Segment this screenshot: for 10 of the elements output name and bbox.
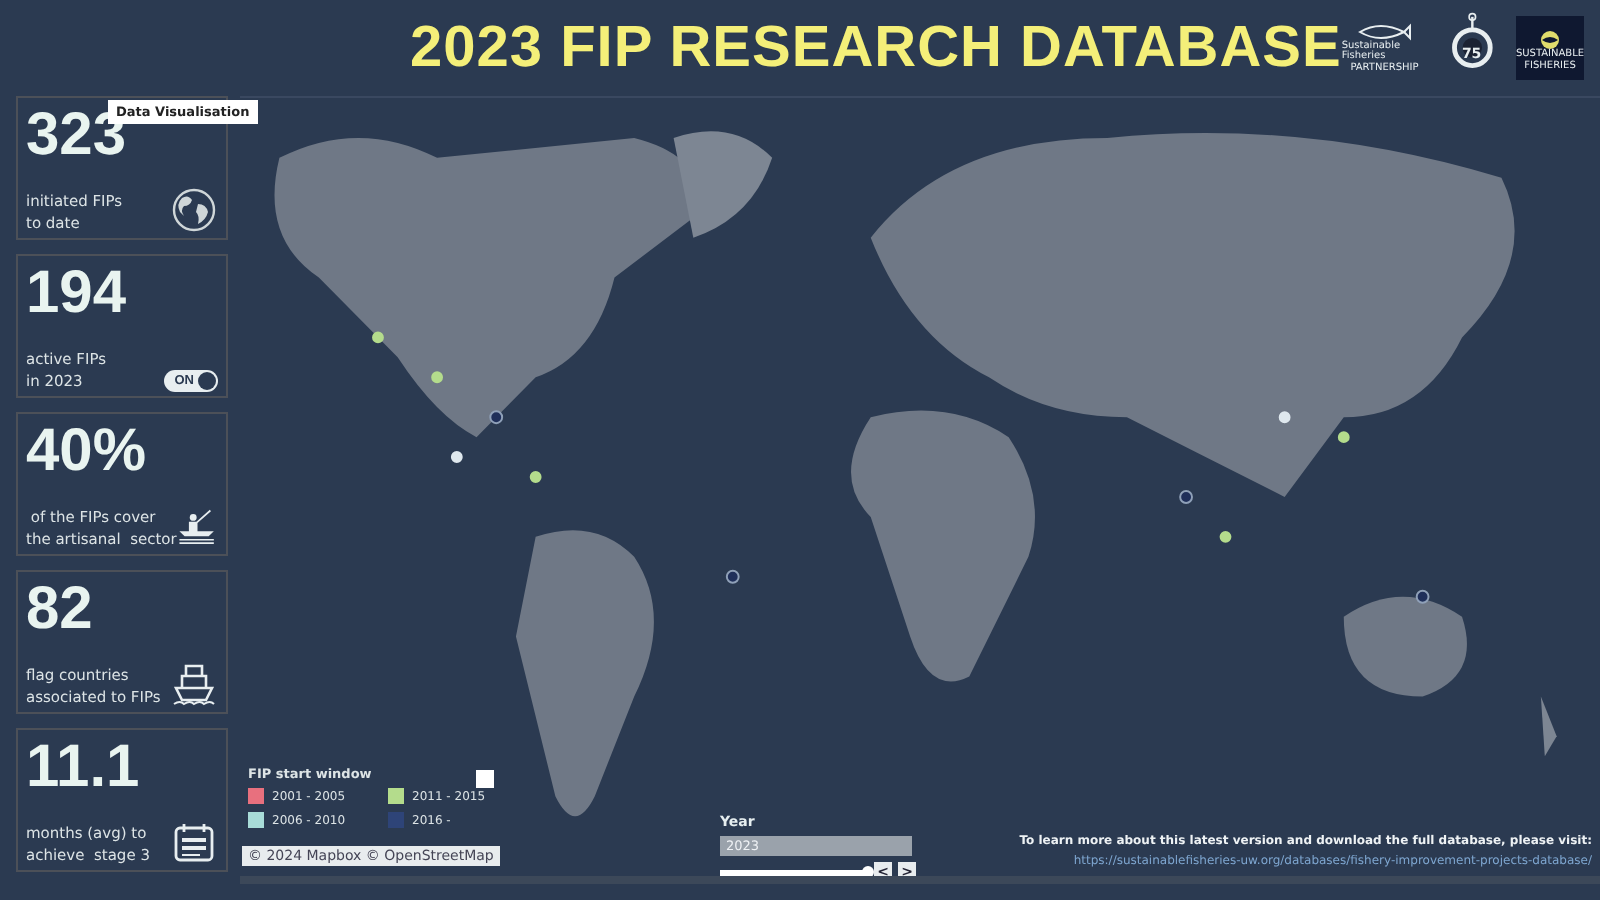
dashboard-title: 2023 FIP RESEARCH DATABASE	[410, 15, 1342, 81]
legend-checkbox[interactable]	[476, 770, 494, 788]
stat-value: 194	[26, 260, 127, 328]
stat-value: 11.1	[26, 734, 140, 802]
ship-icon	[170, 660, 218, 708]
year-slider[interactable]	[720, 869, 868, 875]
calendar-icon	[170, 818, 218, 866]
globe-icon	[170, 186, 218, 234]
stat-value: 40%	[26, 418, 147, 486]
stat-value: 82	[26, 576, 93, 644]
